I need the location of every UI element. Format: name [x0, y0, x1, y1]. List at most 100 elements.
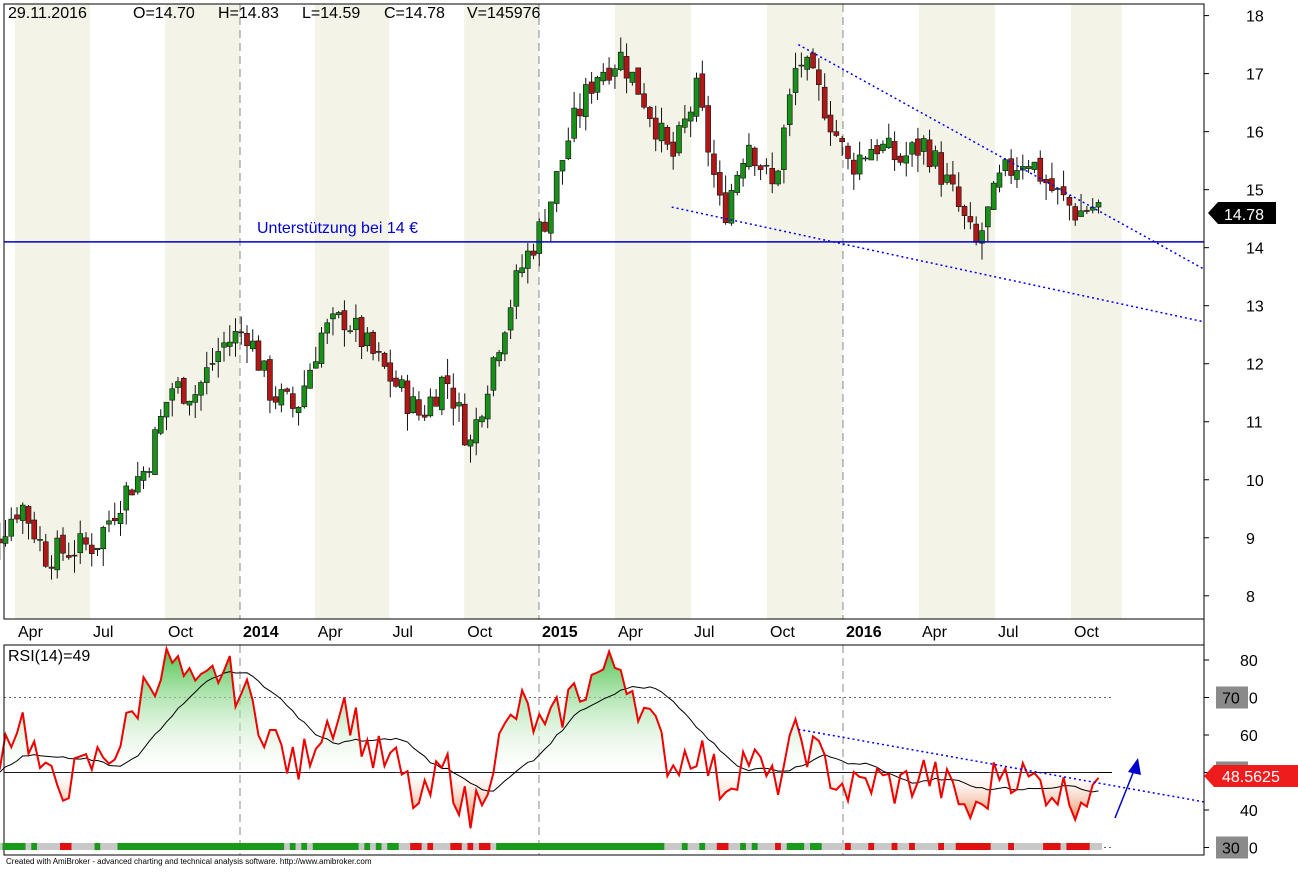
- candle-body: [71, 554, 78, 557]
- rsi-state-cell: [821, 843, 829, 850]
- rsi-state-cell: [670, 843, 677, 850]
- candle-body: [851, 159, 857, 175]
- candle-body: [364, 332, 371, 347]
- candle-body: [2, 536, 9, 544]
- candle-body: [479, 416, 485, 423]
- month-band: [464, 4, 490, 619]
- month-band: [1071, 4, 1097, 619]
- month-band: [919, 4, 945, 619]
- rsi-state-cell: [722, 843, 730, 850]
- month-band: [140, 4, 165, 619]
- rsi-state-cell: [1031, 843, 1038, 850]
- rsi-state-cell: [48, 843, 55, 850]
- rsi-state-cell: [152, 843, 159, 850]
- price-tag: 14.78: [1208, 202, 1276, 224]
- rsi-state-cell: [874, 843, 881, 850]
- time-axis-label: Jul: [694, 624, 714, 641]
- time-axis-label: Oct: [770, 624, 795, 641]
- price-tick-label: 14: [1246, 241, 1264, 258]
- candle-body: [891, 141, 898, 161]
- rsi-state-cell: [71, 843, 78, 850]
- rsi-state-cell: [827, 843, 835, 850]
- rsi-state-cell: [106, 843, 113, 850]
- candle-body: [711, 153, 717, 175]
- month-band: [289, 4, 315, 619]
- candle-body: [65, 555, 72, 558]
- rsi-state-cell: [553, 843, 561, 850]
- rsi-state-cell: [209, 843, 216, 850]
- rsi-state-cell: [140, 843, 147, 850]
- time-axis-label: Apr: [18, 624, 44, 641]
- rsi-state-cell: [594, 843, 601, 850]
- candle-body: [341, 310, 348, 331]
- rsi-state-cell: [1072, 843, 1079, 850]
- candle-body: [353, 317, 359, 330]
- candle-body: [571, 107, 577, 139]
- rsi-state-cell: [352, 843, 360, 850]
- candle-body: [763, 164, 770, 167]
- rsi-state-cell: [920, 843, 928, 850]
- rsi-state-cell: [175, 843, 182, 850]
- candle-body: [833, 131, 840, 136]
- header-low: L=14.59: [302, 5, 360, 22]
- candle-body: [816, 69, 822, 85]
- rsi-state-cell: [88, 843, 96, 850]
- rsi-state-cell: [100, 843, 107, 850]
- candle-body: [542, 221, 548, 232]
- candle-body: [490, 357, 497, 391]
- rsi-state-cell: [710, 843, 718, 850]
- rsi-state-cell: [375, 843, 383, 850]
- candle-body: [926, 139, 933, 168]
- rsi-state-cell: [524, 843, 532, 850]
- rsi-state-cell: [404, 843, 411, 850]
- candle-body: [496, 352, 502, 362]
- candle-body: [261, 360, 267, 371]
- header-open: O=14.70: [133, 5, 195, 22]
- support-annotation: Unterstützung bei 14 €: [257, 220, 418, 237]
- rsi-state-cell: [31, 843, 38, 850]
- candle-body: [612, 68, 618, 77]
- rsi-state-cell: [519, 843, 526, 850]
- rsi-state-cell: [792, 843, 800, 850]
- candle-body: [1014, 170, 1020, 180]
- rsi-state-cell: [410, 843, 417, 850]
- candle-body: [769, 168, 776, 185]
- rsi-state-cell: [111, 843, 119, 850]
- candle-body: [525, 250, 531, 269]
- time-axis-label: Jul: [93, 624, 113, 641]
- candle-body: [421, 414, 428, 418]
- rsi-state-cell: [203, 843, 211, 850]
- rsi-state-cell: [576, 843, 584, 850]
- time-axis-label: Oct: [1074, 624, 1099, 641]
- candle-body: [169, 388, 176, 401]
- rsi-state-cell: [77, 843, 84, 850]
- candle-body: [198, 382, 204, 396]
- rsi-state-cell: [856, 843, 864, 850]
- candle-body: [862, 157, 869, 160]
- candle-body: [757, 165, 764, 170]
- rsi-tag: 48.5625: [1204, 765, 1298, 787]
- rsi-state-cell: [123, 843, 130, 850]
- rsi-state-cell: [358, 843, 366, 850]
- rsi-state-cell: [261, 843, 268, 850]
- rsi-state-cell: [249, 843, 257, 850]
- rsi-state-cell: [798, 843, 805, 850]
- rsi-level-box-label: 70: [1222, 691, 1240, 708]
- rsi-state-cell: [186, 843, 193, 850]
- rsi-state-cell: [335, 843, 343, 850]
- candle-body: [519, 267, 525, 274]
- candle-body: [307, 369, 313, 389]
- candle-body: [786, 94, 793, 125]
- candle-body: [734, 174, 741, 193]
- header-high: H=14.83: [218, 5, 279, 22]
- candle-body: [687, 111, 694, 122]
- candle-body: [48, 566, 55, 569]
- candle-body: [381, 352, 388, 367]
- month-band: [514, 4, 539, 619]
- rsi-state-cell: [1060, 843, 1068, 850]
- footer-credit: Created with AmiBroker - advanced charti…: [6, 857, 372, 866]
- candle-body: [617, 51, 624, 70]
- time-axis: Apr Jul Oct 2014 Apr Jul Oct 2015 Apr Jul Oct 2016 A…: [18, 624, 1099, 641]
- rsi-state-cell: [938, 843, 945, 850]
- candle-body: [751, 147, 758, 167]
